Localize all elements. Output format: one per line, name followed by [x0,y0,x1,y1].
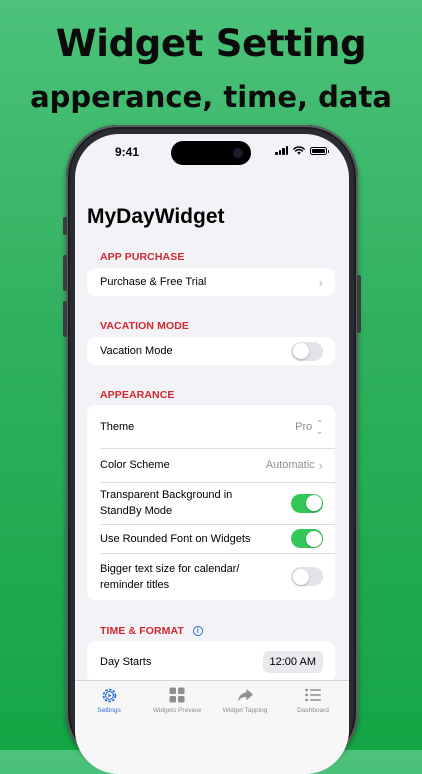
theme-value: Pro [295,420,313,433]
info-icon[interactable]: i [192,626,203,636]
theme-label: Theme [100,420,135,433]
grid-icon [169,687,185,703]
tab-label: Settings [97,707,121,714]
row-bigger-text: Bigger text size for calendar/ reminder … [87,553,335,600]
power-button [357,275,361,333]
tab-label: Widgets Preview [152,707,202,714]
tab-label: Dashboard [297,707,329,714]
section-header-app-purchase: APP PURCHASE [100,251,185,263]
status-time: 9:41 [115,145,140,159]
tab-settings[interactable]: Settings [75,687,143,714]
settings-gear-icon [102,688,116,702]
battery-icon [310,146,329,155]
day-starts-label: Day Starts [100,656,152,668]
dynamic-island [171,141,251,165]
group-appearance: Theme Pro ⌃ ⌃ Color Scheme Automatic › Tr… [87,405,335,600]
list-icon [305,688,321,702]
row-transparent-background: Transparent Background in StandBy Mode [87,482,335,524]
color-scheme-label: Color Scheme [100,459,170,471]
row-color-scheme[interactable]: Color Scheme Automatic › [87,448,335,482]
phone-frame: 9:41 MyDayWidget APP PURCHASE Purchase &… [63,125,361,774]
section-header-vacation-mode: VACATION MODE [100,320,189,332]
color-scheme-value: Automatic [265,459,315,471]
tab-label: Widget Tapping [222,707,268,714]
group-app-purchase: Purchase & Free Trial › [87,268,335,296]
tab-widget-tapping[interactable]: Widget Tapping [211,687,279,714]
app-title: MyDayWidget [87,205,225,228]
cellular-signal-icon [275,146,288,155]
tab-dashboard[interactable]: Dashboard [279,687,347,714]
transparent-background-label: Transparent Background in StandBy Mode [100,489,233,517]
volume-up-button [63,255,67,291]
promo-title: Widget Setting [55,22,367,65]
bigger-text-label: Bigger text size for calendar/ reminder … [100,562,240,591]
row-vacation-mode: Vacation Mode [87,337,335,365]
row-rounded-font: Use Rounded Font on Widgets [87,524,335,553]
row-theme[interactable]: Theme Pro ⌃ ⌃ [87,405,335,448]
share-arrow-icon [237,688,253,702]
vacation-mode-toggle[interactable] [291,341,323,361]
group-time-format: Day Starts 12:00 AM [87,641,335,683]
rounded-font-label: Use Rounded Font on Widgets [100,532,251,545]
row-day-starts: Day Starts 12:00 AM [87,641,335,683]
bigger-text-toggle[interactable] [291,567,323,586]
wifi-icon [293,146,305,155]
chevron-right-icon: › [318,457,323,473]
day-starts-time-picker[interactable]: 12:00 AM [262,651,323,673]
vacation-mode-label: Vacation Mode [100,345,173,357]
tab-bar: Settings Widgets Preview Widget Tapping … [75,680,349,774]
row-purchase-free-trial[interactable]: Purchase & Free Trial › [87,268,335,296]
group-vacation-mode: Vacation Mode [87,337,335,365]
section-header-appearance: APPEARANCE [100,389,175,401]
action-button [63,217,67,235]
purchase-label: Purchase & Free Trial [100,276,207,288]
status-icons [275,146,329,155]
volume-down-button [63,301,67,337]
chevron-right-icon: › [318,274,323,290]
section-header-time-format: TIME & FORMAT i [100,625,203,637]
transparent-background-toggle[interactable] [291,493,323,513]
phone-screen: 9:41 MyDayWidget APP PURCHASE Purchase &… [75,134,349,774]
promo-subtitle: apperance, time, data [30,80,392,114]
rounded-font-toggle[interactable] [291,529,323,548]
tab-widgets-preview[interactable]: Widgets Preview [143,687,211,714]
up-down-chevron-icon: ⌃ ⌃ [316,418,323,435]
